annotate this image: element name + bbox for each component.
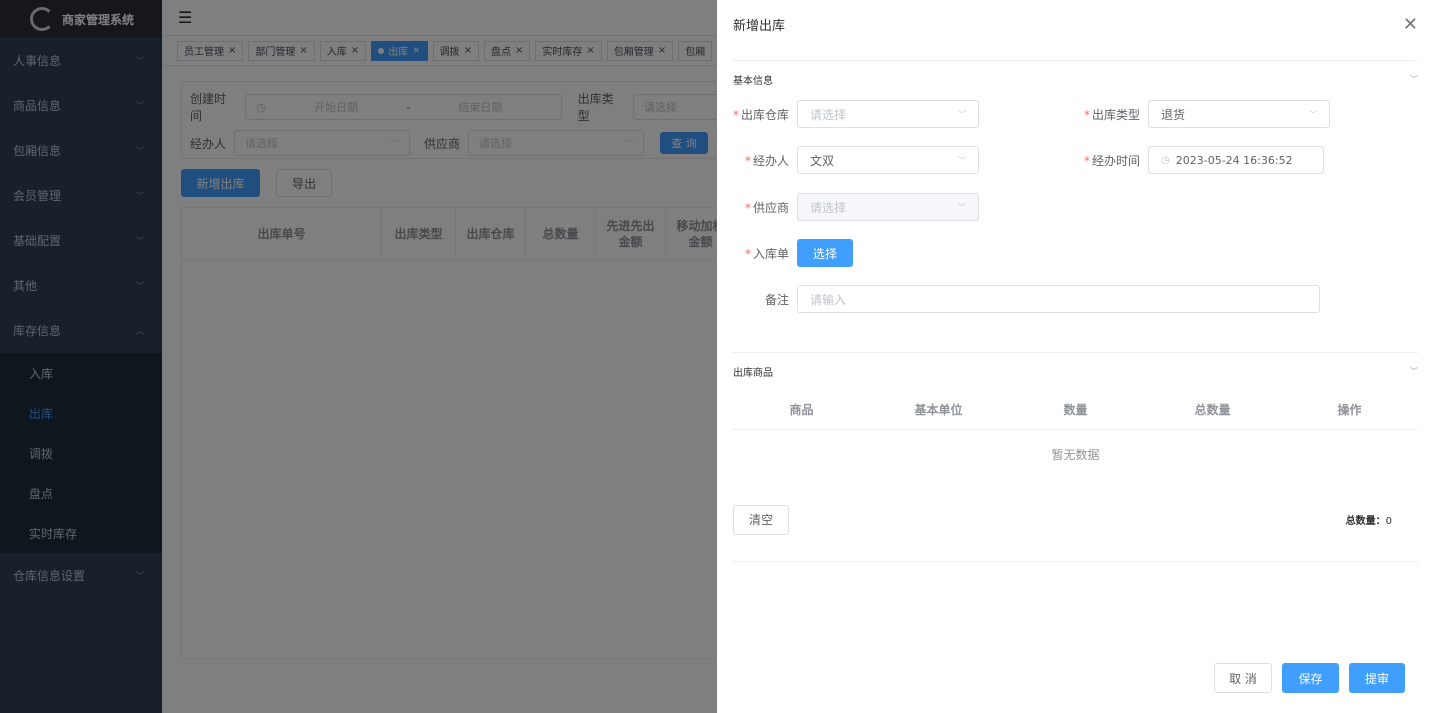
select-receipt-button[interactable]: 选择 (797, 239, 853, 267)
chevron-down-icon: ﹀ (958, 202, 966, 212)
remark-input[interactable]: 请输入 (797, 285, 1320, 313)
field-label-text: 出库类型 (1092, 107, 1141, 122)
goods-table: 商品 基本单位 数量 总数量 操作 暂无数据 (733, 390, 1418, 478)
field-label-text: 供应商 (752, 200, 789, 215)
warehouse-select[interactable]: 请选择 ﹀ (797, 100, 979, 128)
required-mark: * (733, 107, 739, 122)
column-header: 商品 (789, 403, 814, 417)
goods-table-header: 商品 基本单位 数量 总数量 操作 (733, 390, 1418, 430)
total-label: 总数量： (1345, 516, 1386, 527)
remark-label: 备注 (764, 292, 789, 307)
datetime-value: 2023-05-24 16:36:52 (1175, 153, 1293, 167)
basic-info-section[interactable]: 基本信息 ﹀ (733, 60, 1418, 98)
supplier-label: * 供应商 (733, 199, 797, 216)
handler-field: * 经办人 文双 ﹀ (733, 146, 979, 174)
drawer-header: 新增出库 ✕ (717, 0, 1434, 48)
total-value: 0 (1385, 516, 1392, 527)
basic-info-form: * 出库仓库 请选择 ﹀ * 出库类型 退货 ﹀ * 经办人 文双 ﹀ * 经办时间 ◷ 202… (733, 98, 1418, 352)
select-placeholder: 请选择 (810, 107, 847, 122)
receipt-field: * 入库单 选择 (733, 239, 853, 267)
column-header: 操作 (1337, 403, 1362, 417)
field-label-text: 经办人 (752, 153, 789, 168)
cancel-button[interactable]: 取 消 (1214, 663, 1272, 693)
remark-field: 备注 请输入 (733, 285, 1320, 313)
input-placeholder: 请输入 (810, 292, 847, 307)
select-value: 退货 (1161, 107, 1186, 122)
supplier-select: 请选择 ﹀ (797, 193, 979, 221)
section-title: 基本信息 (733, 76, 773, 87)
goods-footer: 清空 总数量：0 (733, 478, 1418, 562)
add-outbound-drawer: 新增出库 ✕ 基本信息 ﹀ * 出库仓库 请选择 ﹀ * 出库类型 退货 ﹀ * 经办人 … (717, 0, 1434, 713)
required-mark: * (1084, 153, 1090, 168)
goods-section[interactable]: 出库商品 ﹀ (733, 352, 1418, 390)
section-title: 出库商品 (733, 368, 773, 379)
column-header: 基本单位 (914, 403, 963, 417)
close-icon[interactable]: ✕ (1403, 14, 1418, 35)
receipt-label: * 入库单 (733, 245, 797, 262)
handle-time-picker[interactable]: ◷ 2023-05-24 16:36:52 (1148, 146, 1324, 174)
empty-text: 暂无数据 (1051, 447, 1100, 462)
warehouse-field: * 出库仓库 请选择 ﹀ (733, 100, 979, 128)
handle-time-field: * 经办时间 ◷ 2023-05-24 16:36:52 (1084, 146, 1324, 174)
required-mark: * (744, 153, 751, 168)
chevron-down-icon: ﹀ (1410, 367, 1418, 376)
field-label-text: 经办时间 (1092, 153, 1141, 168)
handler-label: * 经办人 (733, 152, 797, 169)
chevron-down-icon: ﹀ (1309, 109, 1317, 119)
required-mark: * (744, 200, 751, 215)
clock-icon: ◷ (1161, 154, 1170, 166)
column-header: 数量 (1063, 403, 1088, 417)
total-quantity: 总数量：0 (1346, 512, 1392, 527)
supplier-field: * 供应商 请选择 ﹀ (733, 193, 979, 221)
save-button[interactable]: 保存 (1282, 663, 1339, 693)
clear-button[interactable]: 清空 (733, 504, 789, 535)
warehouse-label: * 出库仓库 (733, 106, 797, 123)
handle-time-label: * 经办时间 (1084, 152, 1148, 169)
outbound-type-select[interactable]: 退货 ﹀ (1148, 100, 1330, 128)
chevron-down-icon: ﹀ (1410, 75, 1418, 84)
select-placeholder: 请选择 (810, 200, 847, 215)
field-label-text: 出库仓库 (741, 107, 790, 122)
field-label-text: 入库单 (752, 246, 789, 261)
select-value: 文双 (810, 153, 835, 168)
chevron-down-icon: ﹀ (958, 109, 966, 119)
required-mark: * (1084, 107, 1090, 122)
submit-review-button[interactable]: 提审 (1349, 663, 1405, 693)
drawer-title: 新增出库 (733, 18, 786, 34)
column-header: 总数量 (1194, 403, 1231, 417)
chevron-down-icon: ﹀ (958, 155, 966, 165)
handler-select[interactable]: 文双 ﹀ (797, 146, 979, 174)
outbound-type-label: * 出库类型 (1084, 106, 1148, 123)
drawer-footer: 取 消 保存 提审 (1214, 663, 1405, 693)
required-mark: * (744, 246, 751, 261)
outbound-type-field: * 出库类型 退货 ﹀ (1084, 100, 1330, 128)
